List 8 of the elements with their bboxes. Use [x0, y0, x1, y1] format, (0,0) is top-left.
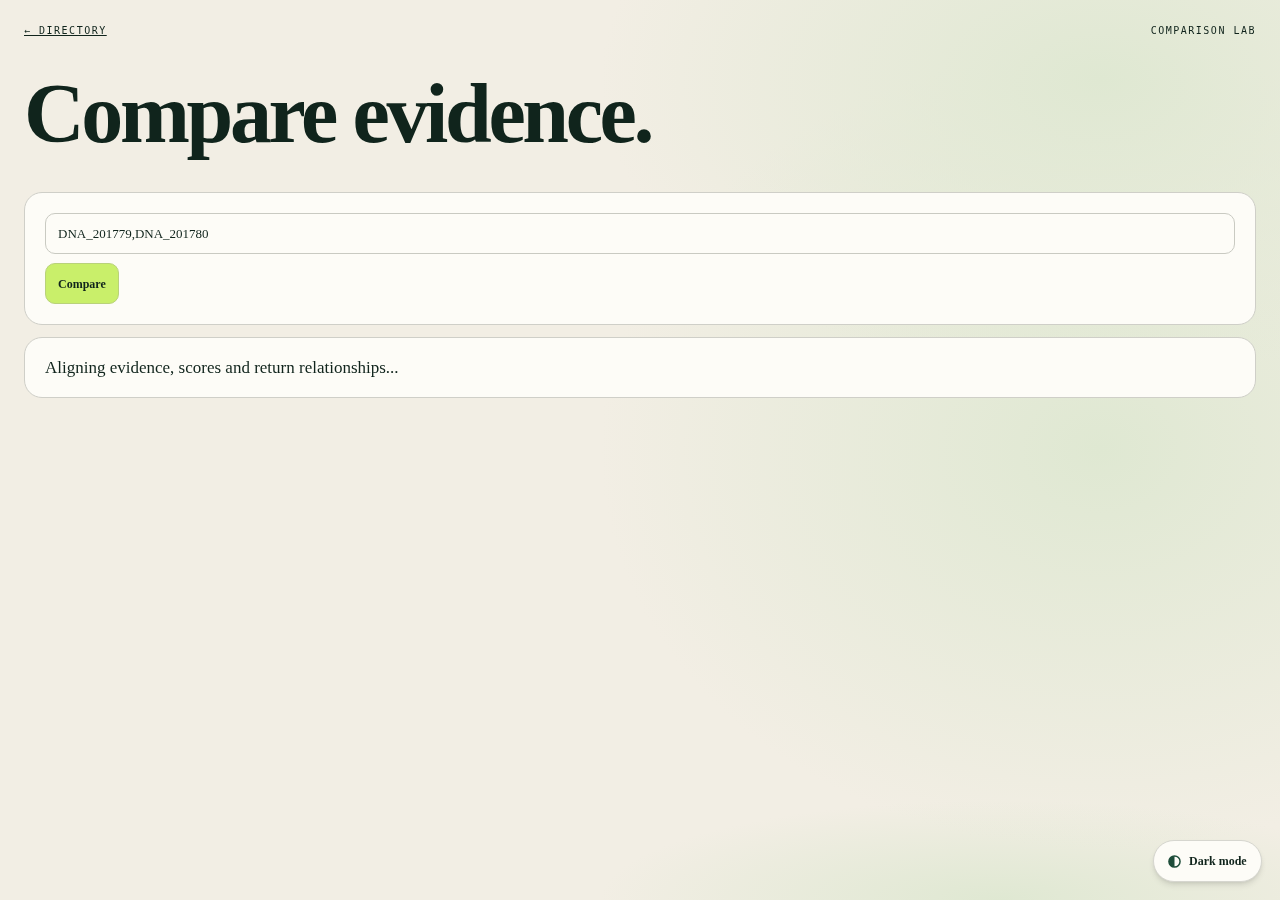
dark-mode-toggle[interactable]: Dark mode	[1153, 840, 1262, 882]
page-heading: Compare evidence.	[24, 72, 653, 162]
section-label: COMPARISON LAB	[1150, 23, 1256, 38]
contrast-icon	[1168, 854, 1181, 868]
evidence-input[interactable]: DNA_201779,DNA_201780	[45, 213, 1235, 254]
status-message: Aligning evidence, scores and return relationships...	[45, 356, 399, 379]
compare-button[interactable]: Compare	[45, 263, 119, 304]
directory-link[interactable]: ← DIRECTORY	[24, 22, 107, 38]
